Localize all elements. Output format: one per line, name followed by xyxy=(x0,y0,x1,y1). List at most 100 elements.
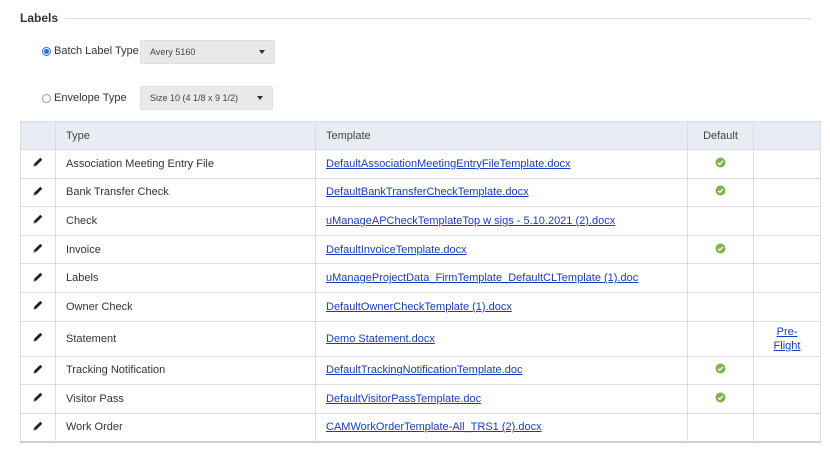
template-link[interactable]: uManageAPCheckTemplateTop w sigs - 5.10.… xyxy=(326,215,615,227)
edit-cell[interactable] xyxy=(20,355,56,386)
template-cell: uManageProjectData_FirmTemplate_DefaultC… xyxy=(315,263,688,293)
default-cell[interactable] xyxy=(687,355,754,386)
envelope-select-value: Size 10 (4 1/8 x 9 1/2) xyxy=(150,93,239,103)
type-cell: Check xyxy=(55,206,316,236)
edit-cell[interactable] xyxy=(20,320,56,357)
title-divider xyxy=(65,18,277,19)
action-cell xyxy=(753,206,821,236)
template-link[interactable]: CAMWorkOrderTemplate-All_TRS1 (2).docx xyxy=(326,421,542,433)
edit-cell[interactable] xyxy=(20,384,56,414)
edit-cell[interactable] xyxy=(20,206,56,236)
template-cell: CAMWorkOrderTemplate-All_TRS1 (2).docx xyxy=(315,412,688,443)
template-link[interactable]: DefaultOwnerCheckTemplate (1).docx xyxy=(326,301,512,313)
header-edit xyxy=(20,121,56,150)
default-cell[interactable] xyxy=(687,234,754,265)
edit-cell[interactable] xyxy=(20,234,56,265)
edit-cell[interactable] xyxy=(20,177,56,208)
pencil-icon[interactable] xyxy=(32,420,44,435)
preflight-link-line2: Flight xyxy=(773,339,801,352)
template-cell: DefaultAssociationMeetingEntryFileTempla… xyxy=(315,149,688,179)
default-cell[interactable] xyxy=(687,320,754,357)
table-header-row: Type Template Default xyxy=(20,121,821,150)
batch-label-select[interactable]: Avery 5160 xyxy=(140,40,275,64)
table-row: Owner Check DefaultOwnerCheckTemplate (1)… xyxy=(20,291,821,322)
envelope-type-label: Envelope Type xyxy=(54,92,127,104)
preflight-link-line1: Pre- xyxy=(776,325,798,338)
type-cell: Tracking Notification xyxy=(55,355,316,386)
table-row: Work Order CAMWorkOrderTemplate-All_TRS1 … xyxy=(20,412,821,443)
batch-label-radio[interactable] xyxy=(42,46,51,56)
default-cell[interactable] xyxy=(687,177,754,208)
action-cell xyxy=(753,384,821,414)
template-link[interactable]: Demo Statement.docx xyxy=(326,333,435,345)
default-cell[interactable] xyxy=(687,263,754,293)
envelope-radio[interactable] xyxy=(42,93,51,103)
table-row: Statement Demo Statement.docx Pre- Flight xyxy=(20,320,821,357)
template-link[interactable]: DefaultInvoiceTemplate.docx xyxy=(326,244,467,256)
header-default[interactable]: Default xyxy=(687,121,754,150)
template-cell: DefaultInvoiceTemplate.docx xyxy=(315,234,688,265)
check-circle-icon xyxy=(715,185,726,199)
template-cell: DefaultTrackingNotificationTemplate.doc xyxy=(315,355,688,386)
type-cell: Statement xyxy=(55,320,316,357)
template-link[interactable]: DefaultTrackingNotificationTemplate.doc xyxy=(326,364,522,376)
table-row: Check uManageAPCheckTemplateTop w sigs - … xyxy=(20,206,821,236)
pencil-icon[interactable] xyxy=(32,299,44,314)
edit-cell[interactable] xyxy=(20,291,56,322)
template-link[interactable]: DefaultAssociationMeetingEntryFileTempla… xyxy=(326,158,571,170)
type-cell: Work Order xyxy=(55,412,316,443)
check-circle-icon xyxy=(715,392,726,406)
action-cell xyxy=(753,177,821,208)
template-cell: DefaultBankTransferCheckTemplate.docx xyxy=(315,177,688,208)
pencil-icon[interactable] xyxy=(32,391,44,406)
header-type[interactable]: Type xyxy=(55,121,316,150)
default-cell[interactable] xyxy=(687,206,754,236)
template-cell: uManageAPCheckTemplateTop w sigs - 5.10.… xyxy=(315,206,688,236)
check-circle-icon xyxy=(715,363,726,377)
type-cell: Labels xyxy=(55,263,316,293)
template-link[interactable]: DefaultBankTransferCheckTemplate.docx xyxy=(326,186,529,198)
template-link[interactable]: uManageProjectData_FirmTemplate_DefaultC… xyxy=(326,272,638,284)
edit-cell[interactable] xyxy=(20,412,56,443)
table-row: Tracking Notification DefaultTrackingNoti… xyxy=(20,355,821,386)
type-cell: Association Meeting Entry File xyxy=(55,149,316,179)
table-row: Bank Transfer Check DefaultBankTransferCh… xyxy=(20,177,821,208)
template-cell: DefaultVisitorPassTemplate.doc xyxy=(315,384,688,414)
pencil-icon[interactable] xyxy=(32,185,44,200)
title-divider-right xyxy=(277,18,811,19)
default-cell[interactable] xyxy=(687,412,754,443)
action-cell xyxy=(753,355,821,386)
envelope-select[interactable]: Size 10 (4 1/8 x 9 1/2) xyxy=(140,86,273,110)
header-template[interactable]: Template xyxy=(315,121,688,150)
pencil-icon[interactable] xyxy=(32,156,44,171)
action-cell xyxy=(753,149,821,179)
pencil-icon[interactable] xyxy=(32,242,44,257)
action-cell xyxy=(753,291,821,322)
action-cell: Pre- Flight xyxy=(753,320,821,357)
default-cell[interactable] xyxy=(687,149,754,179)
type-cell: Invoice xyxy=(55,234,316,265)
action-cell xyxy=(753,234,821,265)
edit-cell[interactable] xyxy=(20,149,56,179)
table-row: Association Meeting Entry File DefaultAss… xyxy=(20,149,821,179)
pencil-icon[interactable] xyxy=(32,331,44,346)
default-cell[interactable] xyxy=(687,384,754,414)
batch-label-option[interactable]: Batch Label Type xyxy=(42,45,139,57)
template-link[interactable]: DefaultVisitorPassTemplate.doc xyxy=(326,393,481,405)
chevron-down-icon xyxy=(259,50,265,54)
edit-cell[interactable] xyxy=(20,263,56,293)
action-cell xyxy=(753,412,821,443)
template-cell: Demo Statement.docx xyxy=(315,320,688,357)
preflight-link[interactable]: Pre- Flight xyxy=(774,326,801,352)
pencil-icon[interactable] xyxy=(32,271,44,286)
type-cell: Owner Check xyxy=(55,291,316,322)
default-cell[interactable] xyxy=(687,291,754,322)
type-cell: Bank Transfer Check xyxy=(55,177,316,208)
pencil-icon[interactable] xyxy=(32,363,44,378)
check-circle-icon xyxy=(715,157,726,171)
type-cell: Visitor Pass xyxy=(55,384,316,414)
pencil-icon[interactable] xyxy=(32,213,44,228)
template-cell: DefaultOwnerCheckTemplate (1).docx xyxy=(315,291,688,322)
envelope-option[interactable]: Envelope Type xyxy=(42,92,127,104)
batch-label-select-value: Avery 5160 xyxy=(150,47,196,57)
